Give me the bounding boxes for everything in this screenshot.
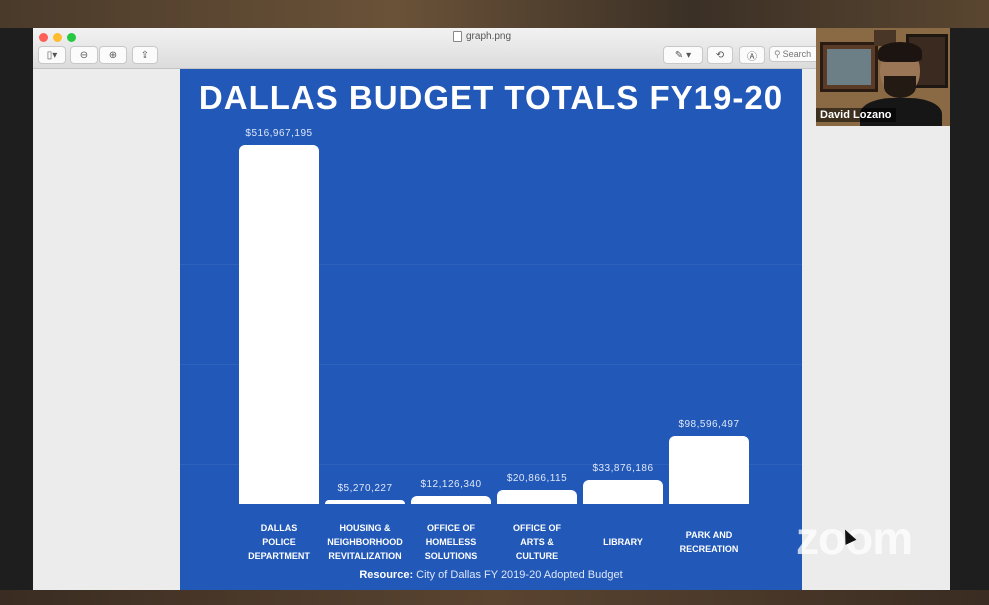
bar — [239, 145, 319, 504]
window-title-text: graph.png — [466, 31, 512, 42]
category-label: DALLAS POLICE DEPARTMENT — [248, 523, 310, 561]
markup-toolbar-button[interactable]: Ⓐ — [739, 46, 765, 64]
bar — [583, 480, 663, 504]
rotate-icon: ⟲ — [715, 49, 725, 61]
zoom-in-icon: ⊕ — [108, 49, 118, 61]
zoom-out-button[interactable]: ⊖ — [70, 46, 98, 64]
category-label: OFFICE OF HOMELESS SOLUTIONS — [424, 523, 478, 561]
preview-window: graph.png ▯▾ ⊖ ⊕ ⇪ ✎ ▾ ⟲ Ⓐ ⚲ DALLAS BUDG… — [33, 28, 950, 590]
bar-value-label: $98,596,497 — [678, 419, 740, 430]
zoom-in-button[interactable]: ⊕ — [99, 46, 127, 64]
bar-value-label: $20,866,115 — [506, 473, 568, 484]
resource-note: Resource: City of Dallas FY 2019-20 Adop… — [180, 569, 802, 581]
share-icon: ⇪ — [140, 49, 150, 61]
pen-icon: ✎ ▾ — [674, 49, 692, 61]
video-backdrop-bottom — [0, 590, 989, 605]
category-label: LIBRARY — [603, 537, 643, 547]
bar — [411, 496, 491, 504]
resource-label: Resource: — [359, 569, 414, 581]
category-label: HOUSING & NEIGHBORHOOD REVITALIZATION — [327, 523, 403, 561]
category-label: PARK AND RECREATION — [679, 530, 739, 554]
title-bar: graph.png ▯▾ ⊖ ⊕ ⇪ ✎ ▾ ⟲ Ⓐ ⚲ — [33, 28, 950, 69]
participant-name: David Lozano — [816, 108, 896, 122]
sidebar-toggle-button[interactable]: ▯▾ — [38, 46, 66, 64]
share-button[interactable]: ⇪ — [132, 46, 158, 64]
bar-value-label: $516,967,195 — [245, 128, 313, 139]
markup-pen-button[interactable]: ✎ ▾ — [663, 46, 703, 64]
sidebar-icon: ▯▾ — [46, 49, 58, 61]
markup-icon: Ⓐ — [747, 51, 757, 63]
bar-value-label: $33,876,186 — [592, 463, 654, 474]
search-icon: ⚲ — [774, 48, 781, 59]
window-title: graph.png — [453, 31, 511, 42]
bar — [325, 500, 405, 504]
budget-slide: DALLAS BUDGET TOTALS FY19-20 $516,967,19… — [180, 69, 802, 590]
image-file-icon — [453, 31, 462, 42]
bar — [497, 490, 577, 504]
slide-title: DALLAS BUDGET TOTALS FY19-20 — [198, 79, 784, 116]
rotate-button[interactable]: ⟲ — [707, 46, 733, 64]
close-window-button[interactable] — [39, 33, 48, 42]
letterbox-left — [0, 28, 33, 590]
letterbox-right — [950, 28, 989, 590]
participant-hair — [878, 42, 922, 62]
video-backdrop-top — [0, 0, 989, 28]
resource-text: City of Dallas FY 2019-20 Adopted Budget — [416, 569, 623, 581]
bar — [669, 436, 749, 504]
participant-beard — [884, 76, 916, 98]
participant-video-tile[interactable]: David Lozano — [816, 28, 950, 126]
zoom-out-icon: ⊖ — [79, 49, 89, 61]
fullscreen-window-button[interactable] — [67, 33, 76, 42]
wall-painting — [820, 42, 878, 92]
minimize-window-button[interactable] — [53, 33, 62, 42]
category-label: OFFICE OF ARTS & CULTURE — [513, 523, 561, 561]
